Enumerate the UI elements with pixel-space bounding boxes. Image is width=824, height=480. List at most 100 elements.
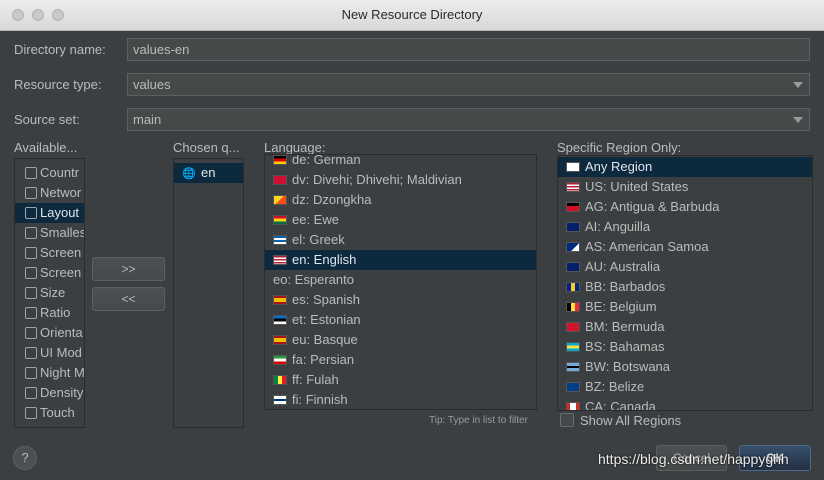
qualifier-item[interactable]: Touch bbox=[15, 403, 84, 423]
flag-icon bbox=[273, 195, 287, 205]
remove-qualifier-button[interactable]: << bbox=[92, 287, 165, 311]
source-set-label: Source set: bbox=[14, 112, 80, 127]
list-item-label: el: Greek bbox=[292, 232, 345, 247]
window-title: New Resource Directory bbox=[341, 7, 483, 22]
available-qualifiers-list[interactable]: Countr Networ Layout Smalles Screen Screen Siz… bbox=[14, 158, 85, 428]
list-item-label: Keyb bbox=[40, 425, 70, 427]
language-item[interactable]: en: English bbox=[265, 250, 536, 270]
show-all-regions-label: Show All Regions bbox=[580, 413, 682, 428]
language-list[interactable]: de: German dv: Divehi; Dhivehi; Maldivian… bbox=[264, 154, 537, 410]
chosen-qualifiers-list[interactable]: 🌐 en bbox=[173, 158, 244, 428]
title-bar: New Resource Directory bbox=[0, 0, 824, 31]
region-item[interactable]: AI: Anguilla bbox=[558, 217, 812, 237]
chevron-down-icon bbox=[793, 82, 803, 88]
add-qualifier-button[interactable]: >> bbox=[92, 257, 165, 281]
list-item-label: AG: Antigua & Barbuda bbox=[585, 199, 720, 214]
region-item[interactable]: AG: Antigua & Barbuda bbox=[558, 197, 812, 217]
list-item-label: US: United States bbox=[585, 179, 689, 194]
region-item[interactable]: AS: American Samoa bbox=[558, 237, 812, 257]
flag-icon bbox=[273, 255, 287, 265]
language-item[interactable]: fa: Persian bbox=[265, 350, 536, 370]
source-set-combo[interactable]: main bbox=[127, 108, 810, 131]
language-item[interactable]: de: German bbox=[265, 155, 536, 170]
list-item-label: Screen bbox=[40, 245, 82, 260]
qualifier-item[interactable]: UI Mod bbox=[15, 343, 84, 363]
language-item[interactable]: ee: Ewe bbox=[265, 210, 536, 230]
qualifier-icon bbox=[25, 427, 37, 428]
qualifier-item[interactable]: Size bbox=[15, 283, 84, 303]
qualifier-item[interactable]: Layout bbox=[15, 203, 84, 223]
flag-icon bbox=[566, 202, 580, 212]
list-item-label: AI: Anguilla bbox=[585, 219, 651, 234]
chosen-label: Chosen q... bbox=[173, 140, 240, 155]
list-item-label: Networ bbox=[40, 185, 82, 200]
directory-name-value: values-en bbox=[133, 42, 190, 57]
list-item-label: dv: Divehi; Dhivehi; Maldivian bbox=[292, 172, 462, 187]
qualifier-item[interactable]: Smalles bbox=[15, 223, 84, 243]
show-all-regions-checkbox[interactable] bbox=[560, 413, 574, 427]
region-item[interactable]: BE: Belgium bbox=[558, 297, 812, 317]
qualifier-icon bbox=[25, 307, 37, 319]
list-item-label: Smalles bbox=[40, 225, 85, 240]
list-item-label: fi: Finnish bbox=[292, 392, 348, 407]
list-item-label: en: English bbox=[292, 252, 357, 267]
qualifier-item[interactable]: Night M bbox=[15, 363, 84, 383]
qualifier-icon bbox=[25, 387, 37, 399]
region-item[interactable]: Any Region bbox=[558, 157, 812, 177]
list-item-label: ff: Fulah bbox=[292, 372, 339, 387]
region-item[interactable]: BM: Bermuda bbox=[558, 317, 812, 337]
list-item-label: BZ: Belize bbox=[585, 379, 645, 394]
qualifier-icon bbox=[25, 227, 37, 239]
available-label: Available... bbox=[14, 140, 78, 155]
language-item[interactable]: es: Spanish bbox=[265, 290, 536, 310]
flag-icon bbox=[566, 362, 580, 372]
region-item[interactable]: BW: Botswana bbox=[558, 357, 812, 377]
qualifier-icon bbox=[25, 207, 37, 219]
qualifier-item[interactable]: Orienta bbox=[15, 323, 84, 343]
language-item[interactable]: el: Greek bbox=[265, 230, 536, 250]
directory-name-field[interactable]: values-en bbox=[127, 38, 810, 61]
list-item-label: en bbox=[201, 165, 216, 180]
qualifier-item[interactable]: Keyb bbox=[15, 423, 84, 428]
list-item-label: BM: Bermuda bbox=[585, 319, 665, 334]
flag-icon bbox=[566, 322, 580, 332]
qualifier-item[interactable]: Countr bbox=[15, 163, 84, 183]
chevron-down-icon bbox=[793, 117, 803, 123]
flag-icon bbox=[566, 242, 580, 252]
region-list[interactable]: Any Region US: United States AG: Antigua &… bbox=[557, 155, 813, 411]
language-item[interactable]: fi: Finnish bbox=[265, 390, 536, 409]
region-item[interactable]: CA: Canada bbox=[558, 397, 812, 410]
list-item-label: et: Estonian bbox=[292, 312, 361, 327]
qualifier-icon bbox=[25, 347, 37, 359]
qualifier-item[interactable]: Ratio bbox=[15, 303, 84, 323]
language-item[interactable]: et: Estonian bbox=[265, 310, 536, 330]
qualifier-item[interactable]: Screen bbox=[15, 263, 84, 283]
flag-icon bbox=[566, 162, 580, 172]
list-item-label: fa: Persian bbox=[292, 352, 355, 367]
list-item-label: es: Spanish bbox=[292, 292, 360, 307]
qualifier-icon bbox=[25, 367, 37, 379]
list-item-label: Countr bbox=[40, 165, 80, 180]
qualifier-icon bbox=[25, 167, 37, 179]
list-item-label: Ratio bbox=[40, 305, 71, 320]
region-item[interactable]: BB: Barbados bbox=[558, 277, 812, 297]
region-item[interactable]: AU: Australia bbox=[558, 257, 812, 277]
resource-type-combo[interactable]: values bbox=[127, 73, 810, 96]
language-item[interactable]: eu: Basque bbox=[265, 330, 536, 350]
language-item[interactable]: ff: Fulah bbox=[265, 370, 536, 390]
region-item[interactable]: BS: Bahamas bbox=[558, 337, 812, 357]
list-item-label: Night M bbox=[40, 365, 85, 380]
region-item[interactable]: BZ: Belize bbox=[558, 377, 812, 397]
language-item[interactable]: dz: Dzongkha bbox=[265, 190, 536, 210]
chosen-item[interactable]: 🌐 en bbox=[174, 163, 243, 183]
region-item[interactable]: US: United States bbox=[558, 177, 812, 197]
qualifier-item[interactable]: Screen bbox=[15, 243, 84, 263]
list-item-label: dz: Dzongkha bbox=[292, 192, 372, 207]
qualifier-item[interactable]: Networ bbox=[15, 183, 84, 203]
language-item[interactable]: eo: Esperanto bbox=[265, 270, 536, 290]
list-item-label: AS: American Samoa bbox=[585, 239, 709, 254]
language-item[interactable]: dv: Divehi; Dhivehi; Maldivian bbox=[265, 170, 536, 190]
qualifier-item[interactable]: Density bbox=[15, 383, 84, 403]
help-button[interactable]: ? bbox=[13, 446, 37, 470]
flag-icon bbox=[273, 375, 287, 385]
